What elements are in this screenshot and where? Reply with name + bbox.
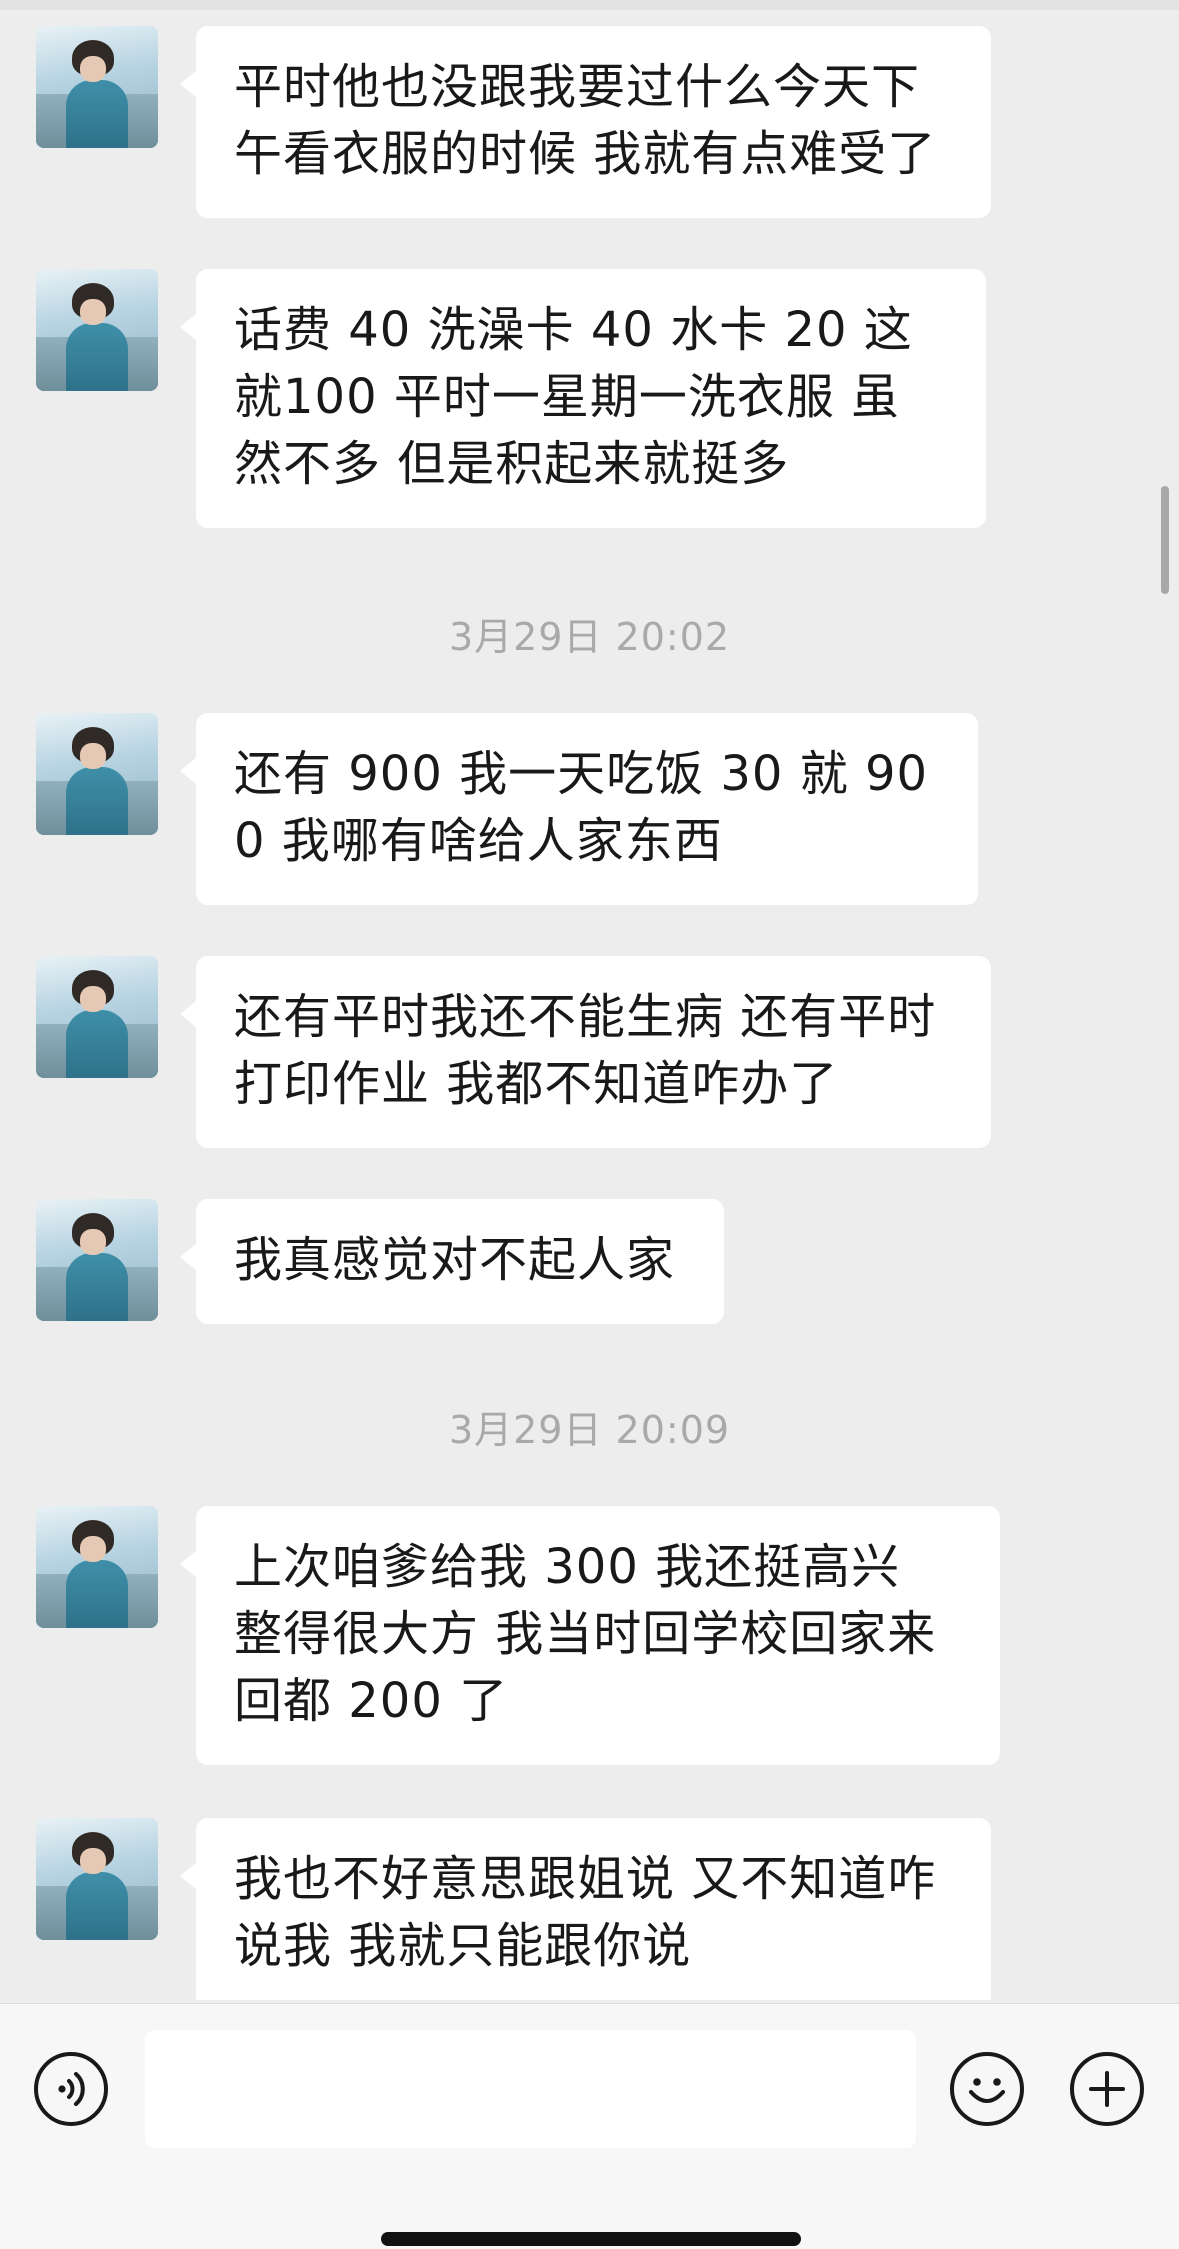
message-text: 我也不好意思跟姐说 又不知道咋说我 我就只能跟你说 bbox=[234, 1851, 937, 1974]
message-timestamp: 3月29日 20:02 bbox=[448, 615, 731, 659]
chat-message-list[interactable]: 平时他也没跟我要过什么今天下午看衣服的时候 我就有点难受了 话费 40 洗澡卡 … bbox=[0, 0, 1179, 2000]
emoji-icon bbox=[969, 2078, 1005, 2103]
message-input[interactable] bbox=[145, 2030, 916, 2148]
message-text: 话费 40 洗澡卡 40 水卡 20 这就100 平时一星期一洗衣服 虽然不多 … bbox=[234, 302, 913, 492]
message-text: 上次咱爹给我 300 我还挺高兴 整得很大方 我当时回学校回家来回都 200 了 bbox=[234, 1539, 937, 1729]
contact-avatar[interactable] bbox=[36, 956, 158, 1078]
message-bubble[interactable]: 上次咱爹给我 300 我还挺高兴 整得很大方 我当时回学校回家来回都 200 了 bbox=[180, 1506, 1000, 1765]
contact-avatar[interactable] bbox=[36, 713, 158, 835]
contact-avatar[interactable] bbox=[36, 1506, 158, 1628]
message-bubble[interactable]: 话费 40 洗澡卡 40 水卡 20 这就100 平时一星期一洗衣服 虽然不多 … bbox=[180, 269, 986, 528]
message-text: 平时他也没跟我要过什么今天下午看衣服的时候 我就有点难受了 bbox=[234, 59, 937, 182]
contact-avatar[interactable] bbox=[36, 1199, 158, 1321]
home-indicator[interactable] bbox=[381, 2232, 801, 2246]
voice-icon bbox=[58, 2072, 85, 2106]
message-text: 还有 900 我一天吃饭 30 就 900 我哪有啥给人家东西 bbox=[234, 746, 929, 869]
plus-icon bbox=[1089, 2071, 1125, 2107]
message-bubble[interactable]: 还有平时我还不能生病 还有平时打印作业 我都不知道咋办了 bbox=[180, 956, 991, 1148]
chat-scrollbar[interactable] bbox=[1161, 486, 1169, 594]
contact-avatar[interactable] bbox=[36, 1818, 158, 1940]
contact-avatar[interactable] bbox=[36, 269, 158, 391]
emoji-button[interactable] bbox=[950, 2052, 1024, 2126]
message-bubble[interactable]: 还有 900 我一天吃饭 30 就 900 我哪有啥给人家东西 bbox=[180, 713, 978, 905]
message-timestamp: 3月29日 20:09 bbox=[448, 1408, 731, 1452]
more-button[interactable] bbox=[1070, 2052, 1144, 2126]
message-bubble[interactable]: 我真感觉对不起人家 bbox=[180, 1199, 724, 1324]
message-bubble[interactable]: 我也不好意思跟姐说 又不知道咋说我 我就只能跟你说 bbox=[180, 1818, 991, 2000]
message-text: 还有平时我还不能生病 还有平时打印作业 我都不知道咋办了 bbox=[234, 989, 937, 1112]
chat-input-bar bbox=[0, 2003, 1179, 2249]
voice-button[interactable] bbox=[34, 2052, 108, 2126]
message-text: 我真感觉对不起人家 bbox=[234, 1232, 676, 1288]
message-bubble[interactable]: 平时他也没跟我要过什么今天下午看衣服的时候 我就有点难受了 bbox=[180, 26, 991, 218]
contact-avatar[interactable] bbox=[36, 26, 158, 148]
